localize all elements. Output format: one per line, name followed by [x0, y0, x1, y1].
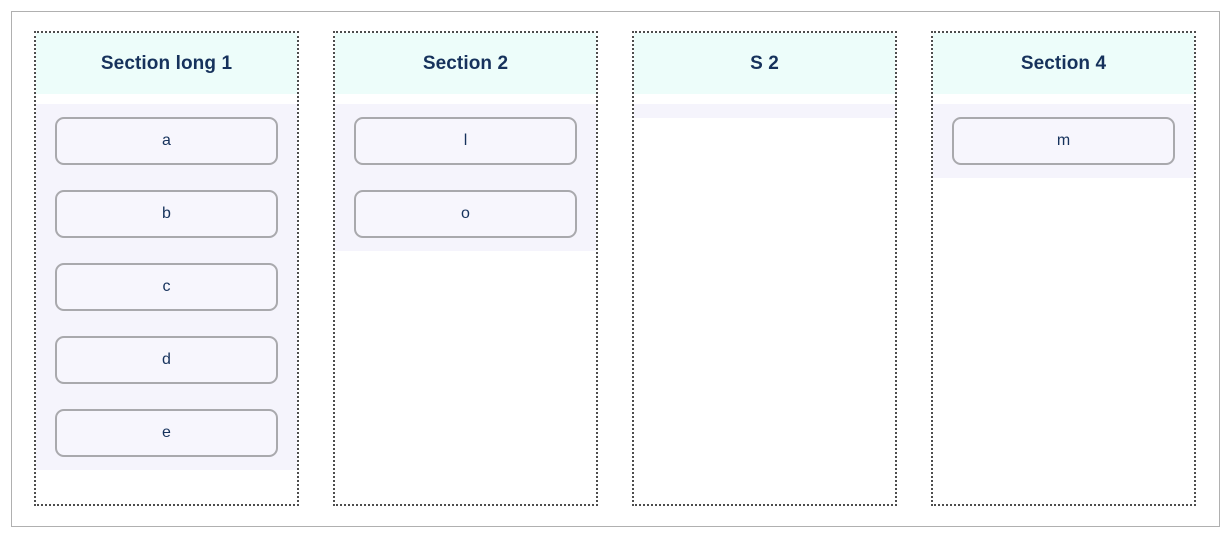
card[interactable]: l	[354, 116, 577, 165]
board-columns: Section long 1 a b c d e Section 2 l o S…	[12, 12, 1219, 526]
section-dropzone[interactable]: m	[933, 103, 1194, 178]
section-body[interactable]: l o	[335, 93, 596, 504]
section-title: Section 4	[933, 33, 1194, 94]
section-body[interactable]: a b c d e	[36, 93, 297, 504]
section-column[interactable]: Section long 1 a b c d e	[34, 31, 299, 506]
card[interactable]: e	[55, 408, 278, 457]
section-title: Section long 1	[36, 33, 297, 94]
section-dropzone[interactable]: a b c d e	[36, 103, 297, 470]
board-frame: Section long 1 a b c d e Section 2 l o S…	[11, 11, 1220, 527]
section-column[interactable]: Section 4 m	[931, 31, 1196, 506]
section-dropzone[interactable]: l o	[335, 103, 596, 251]
section-dropzone-empty[interactable]	[634, 103, 895, 118]
card[interactable]: a	[55, 116, 278, 165]
section-column[interactable]: Section 2 l o	[333, 31, 598, 506]
card[interactable]: b	[55, 189, 278, 238]
section-title: Section 2	[335, 33, 596, 94]
section-title: S 2	[634, 33, 895, 94]
card[interactable]: c	[55, 262, 278, 311]
card[interactable]: o	[354, 189, 577, 238]
section-body[interactable]: m	[933, 93, 1194, 504]
section-column[interactable]: S 2	[632, 31, 897, 506]
card[interactable]: m	[952, 116, 1175, 165]
section-body[interactable]	[634, 93, 895, 504]
card[interactable]: d	[55, 335, 278, 384]
